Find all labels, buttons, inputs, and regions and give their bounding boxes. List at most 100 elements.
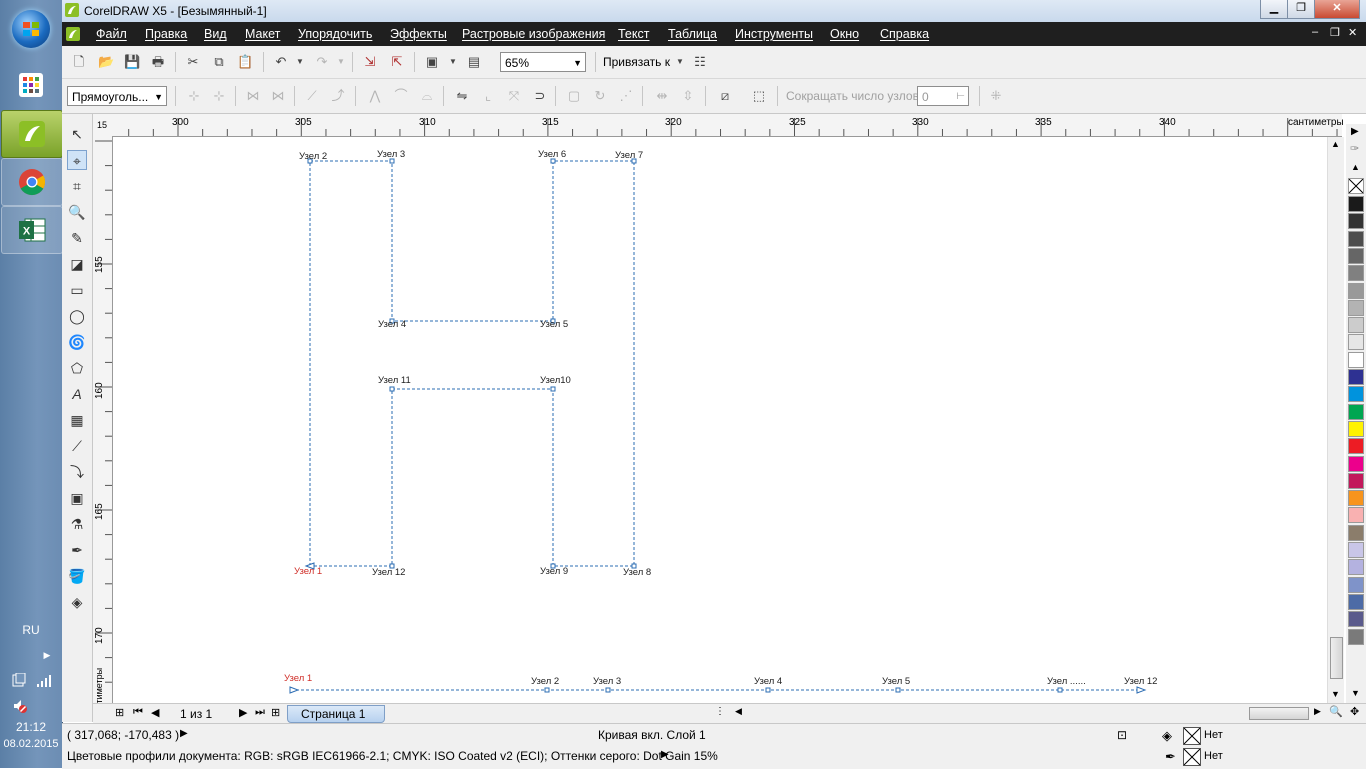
color-swatch[interactable]	[1348, 576, 1364, 593]
color-swatch[interactable]	[1348, 542, 1364, 558]
spiral-tool-icon[interactable]: 🌀	[67, 332, 87, 352]
node-handle[interactable]	[389, 386, 395, 392]
cut-icon[interactable]: ✂	[185, 54, 201, 70]
fill-tool-icon[interactable]: 🪣	[67, 566, 87, 586]
color-swatch[interactable]	[1348, 628, 1364, 645]
tray-expand-icon[interactable]: ▶	[42, 650, 52, 661]
coords-menu-icon[interactable]: ▶	[180, 728, 188, 739]
menu-file[interactable]: Файл	[96, 27, 127, 41]
outline-pen-tool-icon[interactable]: ✒	[67, 540, 87, 560]
color-swatch[interactable]	[1348, 611, 1364, 628]
doc-restore-icon[interactable]: ❐	[1330, 26, 1340, 39]
color-swatch[interactable]	[1348, 265, 1364, 282]
color-swatch[interactable]	[1348, 213, 1364, 230]
effects-tool-icon[interactable]: ▣	[67, 488, 87, 508]
application-launcher-icon[interactable]: ▣	[424, 54, 440, 70]
export-icon[interactable]: ⇱	[389, 54, 405, 70]
connector-tool-icon[interactable]: ⤵	[67, 462, 87, 482]
menu-text[interactable]: Текст	[618, 27, 649, 41]
palette-scroll-up-icon[interactable]: ▲	[1351, 162, 1360, 172]
close-curve-icon[interactable]: ⊃	[532, 88, 548, 104]
reverse-direction-icon[interactable]: ⇋	[454, 88, 470, 104]
menu-tools[interactable]: Инструменты	[735, 27, 813, 41]
menu-bitmaps[interactable]: Растровые изображения	[462, 27, 605, 41]
table-tool-icon[interactable]: ▦	[67, 410, 87, 430]
next-page-icon[interactable]: ▶	[239, 706, 247, 719]
start-button[interactable]	[12, 10, 50, 48]
palette-menu-icon[interactable]: ▶	[1351, 126, 1359, 137]
taskbar-excel[interactable]: X	[1, 206, 63, 254]
selection-mode-combo[interactable]: Прямоуголь... ▼	[67, 86, 167, 106]
rectangle-tool-icon[interactable]: ▭	[67, 280, 87, 300]
color-swatch[interactable]	[1348, 455, 1364, 472]
language-indicator[interactable]: RU	[0, 623, 62, 637]
zoom-tool-icon[interactable]: 🔍	[67, 202, 87, 222]
select-all-nodes-icon[interactable]: ⬚	[751, 88, 767, 104]
color-swatch[interactable]	[1348, 593, 1364, 610]
horizontal-scroll-thumb[interactable]	[1249, 707, 1309, 720]
letter-h-curve[interactable]	[113, 137, 1327, 703]
save-icon[interactable]: 💾	[124, 54, 140, 70]
menu-help[interactable]: Справка	[880, 27, 929, 41]
clock-date[interactable]: 08.02.2015	[0, 738, 62, 750]
copy-icon[interactable]: ⧉	[211, 54, 227, 70]
color-swatch[interactable]	[1348, 507, 1364, 524]
import-icon[interactable]: ⇲	[362, 54, 378, 70]
color-swatch[interactable]	[1348, 282, 1364, 299]
color-swatch[interactable]	[1348, 369, 1364, 385]
drawing-canvas[interactable]: Узел 2 Узел 3 Узел 6 Узел 7 Узел 4 Узел …	[113, 137, 1327, 703]
network-signal-icon[interactable]	[36, 674, 52, 688]
color-swatch[interactable]	[1348, 559, 1364, 576]
page-tab[interactable]: Страница 1	[287, 705, 385, 723]
color-swatch[interactable]	[1348, 438, 1364, 455]
launcher-dropdown-icon[interactable]: ▼	[445, 54, 461, 70]
pan-navigator-icon[interactable]: ✥	[1350, 705, 1359, 718]
new-document-icon[interactable]: 🗋	[71, 54, 87, 70]
undo-dropdown-icon[interactable]: ▼	[292, 54, 308, 70]
splitter-icon[interactable]: ⋮	[715, 706, 725, 717]
snap-dropdown-icon[interactable]: ▼	[672, 54, 688, 70]
scroll-right-icon[interactable]: ▶	[1314, 706, 1321, 717]
doc-minimize-icon[interactable]: –	[1312, 26, 1318, 38]
text-tool-icon[interactable]: A	[67, 384, 87, 404]
ruler-origin[interactable]: 15	[93, 114, 113, 137]
outline-swatch[interactable]	[1183, 748, 1201, 766]
taskbar-app-grid[interactable]	[1, 62, 61, 108]
eyedropper-tool-icon[interactable]: ⚗	[67, 514, 87, 534]
print-icon[interactable]: 🖶	[150, 54, 166, 70]
minimize-button[interactable]: ▁	[1260, 0, 1288, 19]
clock-time[interactable]: 21:12	[0, 720, 62, 734]
color-swatch[interactable]	[1348, 420, 1364, 437]
add-page-after-icon[interactable]: ⊞	[271, 706, 280, 719]
menu-table[interactable]: Таблица	[668, 27, 717, 41]
menu-effects[interactable]: Эффекты	[390, 27, 447, 41]
menu-arrange[interactable]: Упорядочить	[298, 27, 372, 41]
menu-layout[interactable]: Макет	[245, 27, 280, 41]
freehand-tool-icon[interactable]: ✎	[67, 228, 87, 248]
no-color-swatch[interactable]	[1348, 178, 1364, 194]
zoom-level-combo[interactable]: 65% ▼	[500, 52, 586, 72]
fill-bucket-icon[interactable]: ◈	[1162, 728, 1172, 744]
menu-edit[interactable]: Правка	[145, 27, 187, 41]
dimension-tool-icon[interactable]: ⟋	[67, 436, 87, 456]
menu-window[interactable]: Окно	[830, 27, 859, 41]
app-icon[interactable]	[65, 3, 79, 17]
color-swatch[interactable]	[1348, 230, 1364, 247]
color-proof-icon[interactable]: ⊡	[1117, 728, 1127, 742]
scroll-up-icon[interactable]: ▲	[1331, 139, 1340, 149]
options-icon[interactable]: ☷	[692, 54, 708, 70]
color-profiles-info[interactable]: Цветовые профили документа: RGB: sRGB IE…	[67, 749, 718, 763]
interactive-fill-tool-icon[interactable]: ◈	[67, 592, 87, 612]
paste-icon[interactable]: 📋	[237, 54, 253, 70]
snap-to-button[interactable]: Привязать к	[603, 55, 670, 69]
vertical-scroll-thumb[interactable]	[1330, 637, 1343, 679]
close-button[interactable]: ✕	[1314, 0, 1360, 19]
color-swatch[interactable]	[1348, 490, 1364, 507]
crop-tool-icon[interactable]: ⌗	[67, 176, 87, 196]
shape-tool-icon[interactable]: ⌖	[67, 150, 87, 170]
node-handle[interactable]	[550, 386, 556, 392]
navigator-zoom-icon[interactable]: 🔍	[1329, 705, 1343, 718]
color-swatch[interactable]	[1348, 317, 1364, 334]
scroll-down-icon[interactable]: ▼	[1331, 689, 1340, 699]
horizontal-ruler[interactable]: 300 305 310 315 320 325 330 335 340 сант…	[112, 114, 1344, 137]
